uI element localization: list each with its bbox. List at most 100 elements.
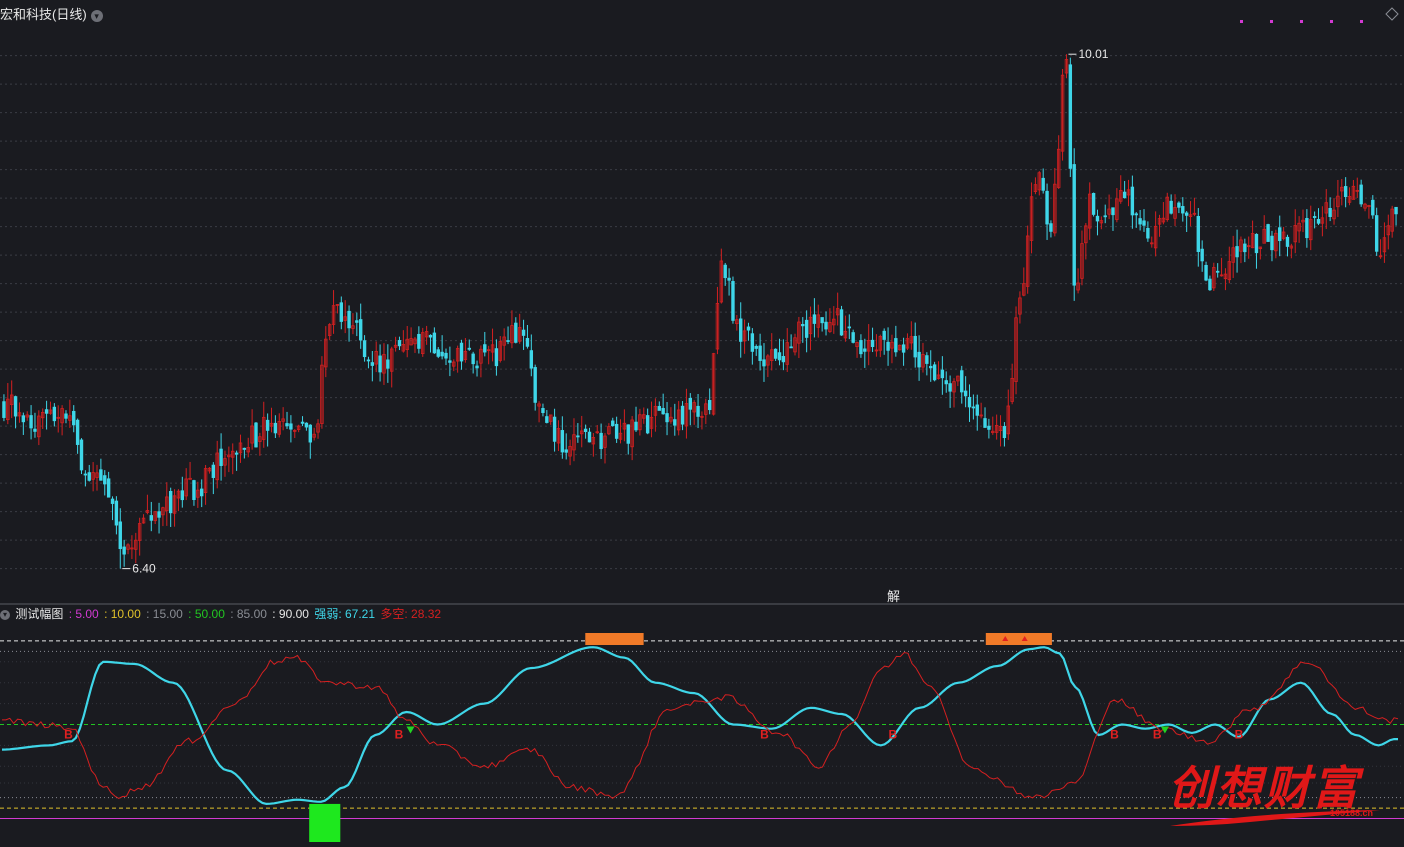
level-85: : 85.00 [230,607,267,621]
candle-down [754,346,758,349]
candle-down [1285,236,1290,247]
candle-down [777,352,782,361]
candle-down [696,405,700,417]
strong-value: 强弱: 67.21 [314,607,376,621]
candle-down [847,326,851,329]
candle-down [680,405,685,425]
candle-down [913,335,917,358]
candle-down [200,488,204,497]
candle-down [746,326,751,331]
candle-down [820,317,824,324]
candle-down [106,478,111,498]
candle-down [459,342,464,362]
candle-down [1049,223,1053,232]
candle-down [211,464,216,478]
candle-down [626,424,630,444]
candle-down [254,422,258,448]
candle-down [1181,206,1185,214]
price-chart[interactable]: 10.01 6.40 解 B B B B B B B [0,0,1404,843]
candle-down [366,359,371,362]
candle-down [533,367,537,403]
candle-down [789,346,793,349]
candle-down [110,498,115,504]
b-signal-label: B [1153,728,1162,742]
candle-down [932,364,937,381]
candle-down [886,341,890,351]
candle-down [925,355,929,364]
candle-down [1394,206,1398,215]
candle-down [963,390,968,397]
candle-down [448,360,452,363]
candle-down [1374,215,1379,252]
candle-down [839,309,844,336]
candle-down [1072,164,1076,286]
candle-down [370,362,375,366]
candle-down [1134,213,1138,216]
level-10: : 10.00 [104,607,141,621]
candle-down [242,447,247,450]
candle-down [1068,64,1073,169]
b-signal-label: B [1235,728,1244,742]
candle-down [103,475,107,485]
b-signal-label: B [395,728,404,742]
candle-down [801,324,805,327]
indicator-collapse-icon[interactable]: ▾ [0,609,10,620]
candle-down [1312,216,1317,218]
candle-down [72,410,76,426]
candle-down [1196,215,1200,252]
candle-down [1103,215,1107,218]
candle-down [362,340,367,358]
diamond-icon [1385,7,1399,21]
candle-down [576,435,580,438]
level-50: : 50.00 [188,607,225,621]
candle-down [987,425,991,430]
candle-down [33,428,37,432]
candle-down [1130,186,1135,216]
candle-down [114,500,119,526]
candle-down [440,351,444,357]
candle-down [1002,426,1007,439]
magenta-dot [1270,20,1273,23]
candle-down [1359,184,1363,205]
level-5: : 5.00 [68,607,99,621]
candle-down [564,449,568,453]
candle-down [859,340,863,355]
candle-down [599,432,603,450]
candle-down [541,408,545,414]
chart-root: 10.01 6.40 解 B B B B B B B 宏和科技(日线) ▾ ▾ 测试幅图 : 5.0… [0,0,1404,843]
candle-down [118,521,122,550]
b-signal-label: B [64,728,73,742]
chevron-down-icon[interactable]: ▾ [90,9,103,22]
candle-down [1184,212,1189,216]
candle-down [285,423,289,427]
candlesticks [2,54,1398,569]
candle-down [308,424,312,443]
b-markers: BBBBBBB [64,636,1244,742]
candle-down [960,370,964,393]
candle-down [1111,207,1115,216]
candle-down [545,416,549,423]
stock-title: 宏和科技(日线) [0,7,87,22]
candle-down [529,350,534,369]
candle-down [863,348,867,352]
candle-down [64,413,68,419]
candle-down [358,319,363,341]
candle-down [192,480,196,501]
candle-down [1122,191,1127,199]
candle-down [804,319,809,338]
candle-down [304,422,309,428]
overbought-zone [985,633,1052,645]
candle-down [731,281,735,321]
candle-down [475,365,479,369]
candle-down [432,332,437,354]
candle-down [52,406,57,422]
candle-down [870,339,875,348]
candle-down [901,344,906,353]
overbought-zone [585,633,644,645]
candle-down [917,351,921,368]
candle-down [882,330,886,340]
candle-down [79,439,84,471]
candle-down [983,418,987,428]
b-signal-label: B [760,728,769,742]
candle-down [1328,207,1332,217]
